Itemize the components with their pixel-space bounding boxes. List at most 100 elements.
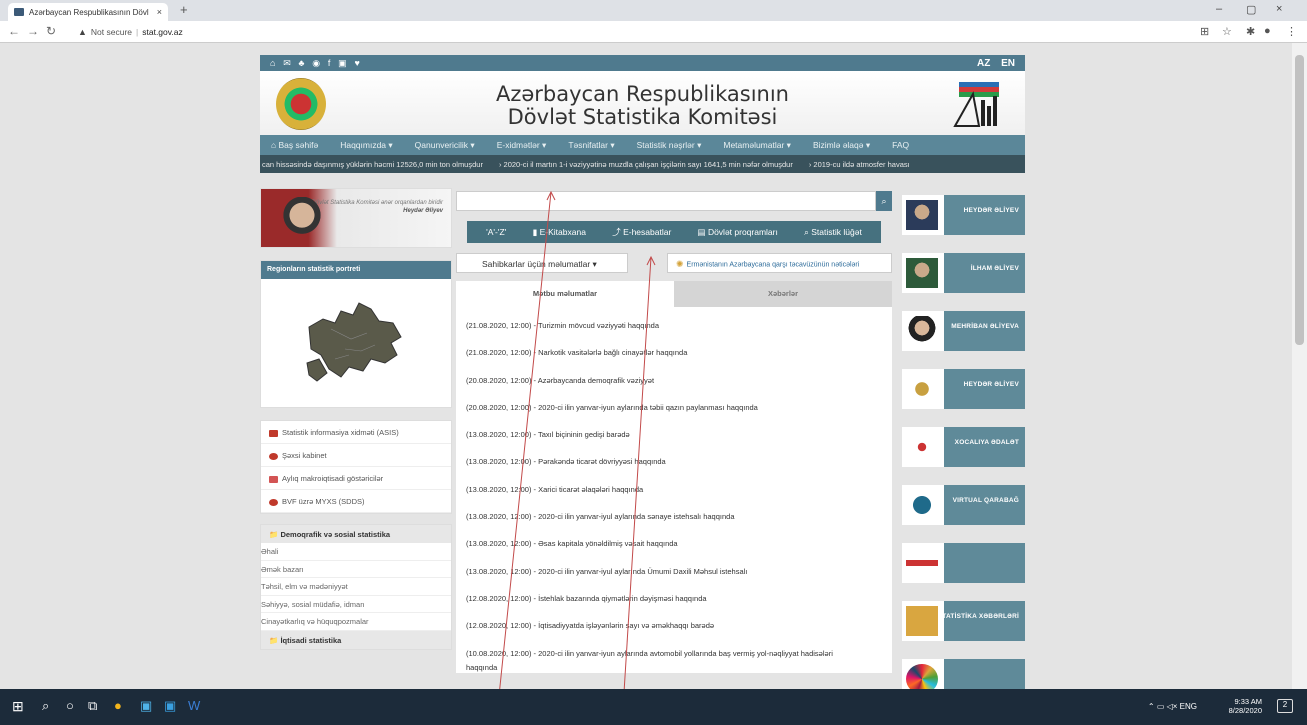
- news-item-continuation[interactable]: haqqında: [466, 663, 892, 673]
- banner-azertac[interactable]: [902, 543, 1025, 583]
- heydar-aliyev-quote-banner[interactable]: Dövlət Statistika Komitəsi ənər orqanlar…: [260, 188, 452, 249]
- banner-statistics-news[interactable]: STATİSTİKA XƏBƏRLƏRİ: [902, 601, 1025, 641]
- category-header[interactable]: 📁 Demoqrafik və sosial statistika: [261, 525, 451, 543]
- news-item[interactable]: (10.08.2020, 12:00) - 2020-ci ilin yanva…: [466, 649, 892, 663]
- notifications-icon[interactable]: 2: [1277, 699, 1293, 713]
- news-item[interactable]: (13.08.2020, 12:00) - Pərakəndə ticarət …: [466, 457, 892, 484]
- youtube-icon[interactable]: ▣: [338, 58, 347, 68]
- new-tab-button[interactable]: +: [180, 2, 188, 17]
- twitter-icon[interactable]: ♥: [354, 58, 359, 68]
- windows-start-icon[interactable]: ⊞: [12, 698, 24, 715]
- maximize-button[interactable]: ▢: [1246, 3, 1256, 16]
- minimize-button[interactable]: –: [1216, 3, 1222, 15]
- azstat-logo[interactable]: [951, 80, 1007, 128]
- news-item[interactable]: (13.08.2020, 12:00) - Taxıl biçininin ge…: [466, 430, 892, 457]
- outlook-icon[interactable]: ▣: [140, 698, 152, 714]
- news-item[interactable]: (12.08.2020, 12:00) - İqtisadiyyatda işl…: [466, 621, 892, 648]
- category-item[interactable]: Təhsil, elm və mədəniyyət: [261, 578, 451, 596]
- nav-legislation[interactable]: Qanunvericilik ▾: [404, 140, 486, 151]
- reload-icon[interactable]: ↻: [46, 24, 56, 38]
- armenia-aggression-link[interactable]: ✺ Ermənistanın Azərbaycana qarşı təcavüzü…: [667, 253, 892, 273]
- news-item[interactable]: (20.08.2020, 12:00) - 2020-ci ilin yanva…: [466, 403, 892, 430]
- menu-icon[interactable]: ⋮: [1286, 25, 1297, 38]
- input-language[interactable]: ENG: [1180, 702, 1197, 711]
- glossary-link[interactable]: ⌕ Statistik lüğət: [804, 227, 862, 238]
- scrollbar-thumb[interactable]: [1295, 55, 1304, 345]
- banner-justice-for-khojaly[interactable]: XOCALIYA ƏDALƏT: [902, 427, 1025, 467]
- cortana-icon[interactable]: ○: [66, 698, 74, 713]
- chrome-icon[interactable]: ●: [114, 698, 122, 713]
- news-item[interactable]: (13.08.2020, 12:00) - Xarici ticarət əla…: [466, 485, 892, 512]
- system-tray-icons[interactable]: ⌃ ▭ ◁× ENG: [1148, 702, 1197, 711]
- close-window-button[interactable]: ×: [1276, 3, 1282, 15]
- news-item[interactable]: (12.08.2020, 12:00) - İstehlak bazarında…: [466, 594, 892, 621]
- mail-icon[interactable]: ✉: [283, 58, 291, 68]
- category-header[interactable]: 📁 İqtisadi statistika: [261, 630, 451, 649]
- teams-icon[interactable]: ▣: [164, 698, 176, 714]
- ticker-item[interactable]: › 2020-ci il martın 1-i vəziyyətinə muzd…: [499, 160, 793, 169]
- service-cabinet-link[interactable]: Şəxsi kabinet: [261, 444, 451, 467]
- az-index-link[interactable]: 'A'-'Z': [486, 227, 506, 237]
- nav-e-services[interactable]: E-xidmətlər ▾: [486, 140, 558, 151]
- e-library-link[interactable]: ▮ E-Kitabxana: [533, 227, 586, 238]
- banner-sdg-platform[interactable]: [902, 659, 1025, 689]
- rss-icon[interactable]: ◉: [312, 58, 320, 68]
- facebook-icon[interactable]: f: [328, 58, 331, 68]
- lang-az-link[interactable]: AZ: [977, 58, 990, 69]
- word-icon[interactable]: W: [188, 698, 200, 713]
- banner-ilham-aliyev[interactable]: İLHAM ƏLİYEV: [902, 253, 1025, 293]
- back-icon[interactable]: ←: [8, 24, 20, 38]
- page-scrollbar[interactable]: [1292, 43, 1307, 689]
- translate-icon[interactable]: ⊞: [1200, 25, 1209, 38]
- banner-heydar-aliyev-foundation[interactable]: HEYDƏR ƏLİYEV: [902, 369, 1025, 409]
- state-programs-link[interactable]: ▤ Dövlət proqramları: [698, 227, 778, 238]
- search-input[interactable]: [456, 191, 876, 211]
- banner-heydar-aliyev[interactable]: HEYDƏR ƏLİYEV: [902, 195, 1025, 235]
- ticker-item[interactable]: can hissəsində daşınmış yüklərin həcmi 1…: [262, 160, 483, 169]
- browser-tab[interactable]: Azərbaycan Respublikasının Dövl ×: [8, 3, 168, 21]
- nav-publications[interactable]: Statistik nəşrlər ▾: [626, 140, 713, 151]
- tab-close-icon[interactable]: ×: [157, 7, 162, 17]
- service-macro-link[interactable]: Aylıq makroiqtisadi göstəricilər: [261, 467, 451, 490]
- ticker-item[interactable]: › 2019-cu ildə atmosfer havası: [809, 160, 910, 169]
- entrepreneurs-dropdown[interactable]: Sahibkarlar üçün məlumatlar ▾: [456, 253, 628, 273]
- e-reports-link[interactable]: ⤴ E-hesabatlar: [612, 226, 671, 238]
- nav-contact[interactable]: Bizimlə əlaqə ▾: [802, 140, 881, 151]
- news-item[interactable]: (21.08.2020, 12:00) - Narkotik vasitələr…: [466, 348, 892, 375]
- url-field[interactable]: ▲ Not secure | stat.gov.az: [78, 24, 1178, 40]
- nav-classifications[interactable]: Təsnifatlar ▾: [557, 140, 625, 151]
- nav-about[interactable]: Haqqımızda ▾: [329, 140, 403, 151]
- news-item[interactable]: (20.08.2020, 12:00) - Azərbaycanda demoq…: [466, 376, 892, 403]
- search-button[interactable]: ⌕: [876, 191, 892, 211]
- sitemap-icon[interactable]: ♣: [299, 58, 305, 68]
- tab-news[interactable]: Xəbərlər: [674, 281, 892, 307]
- quick-links-bar: 'A'-'Z' ▮ E-Kitabxana ⤴ E-hesabatlar ▤ D…: [467, 221, 881, 243]
- service-sdds-link[interactable]: BVF üzrə MYXS (SDDS): [261, 490, 451, 513]
- news-item[interactable]: (13.08.2020, 12:00) - 2020-ci ilin yanva…: [466, 567, 892, 594]
- news-item[interactable]: (13.08.2020, 12:00) - 2020-ci ilin yanva…: [466, 512, 892, 539]
- category-item[interactable]: Əmək bazarı: [261, 561, 451, 578]
- search-icon[interactable]: ⌕: [42, 698, 49, 714]
- nav-faq[interactable]: FAQ: [881, 140, 920, 150]
- banner-mehriban-aliyeva[interactable]: MEHRİBAN ƏLİYEVA: [902, 311, 1025, 351]
- category-item[interactable]: Əhali: [261, 543, 451, 561]
- bookmark-star-icon[interactable]: ☆: [1222, 25, 1232, 38]
- lang-en-link[interactable]: EN: [1001, 58, 1015, 69]
- tab-press-releases[interactable]: Mətbu məlumatlar: [456, 281, 674, 307]
- service-asis-link[interactable]: Statistik informasiya xidməti (ASIS): [261, 421, 451, 444]
- nav-metadata[interactable]: Metaməlumatlar ▾: [712, 140, 802, 151]
- news-item[interactable]: (21.08.2020, 12:00) - Turizmin mövcud və…: [466, 321, 892, 348]
- clock[interactable]: 9:33 AM 8/28/2020: [1229, 697, 1262, 715]
- profile-icon[interactable]: ●: [1264, 25, 1271, 37]
- category-item[interactable]: Səhiyyə, sosial müdafiə, idman: [261, 596, 451, 613]
- site-title[interactable]: Azərbaycan Respublikasının Dövlət Statis…: [260, 83, 1025, 129]
- news-item[interactable]: (13.08.2020, 12:00) - Əsas kapitala yönə…: [466, 539, 892, 566]
- forward-icon[interactable]: →: [27, 24, 39, 38]
- category-item[interactable]: Cinayətkarlıq və hüquqpozmalar: [261, 613, 451, 631]
- home-icon[interactable]: ⌂: [270, 58, 275, 68]
- banner-virtual-karabakh[interactable]: VIRTUAL QARABAĞ: [902, 485, 1025, 525]
- azerbaijan-map[interactable]: [301, 289, 411, 399]
- extensions-icon[interactable]: ✱: [1246, 25, 1255, 38]
- nav-home[interactable]: ⌂ Baş səhifə: [260, 140, 329, 150]
- task-view-icon[interactable]: ⧉: [88, 698, 97, 714]
